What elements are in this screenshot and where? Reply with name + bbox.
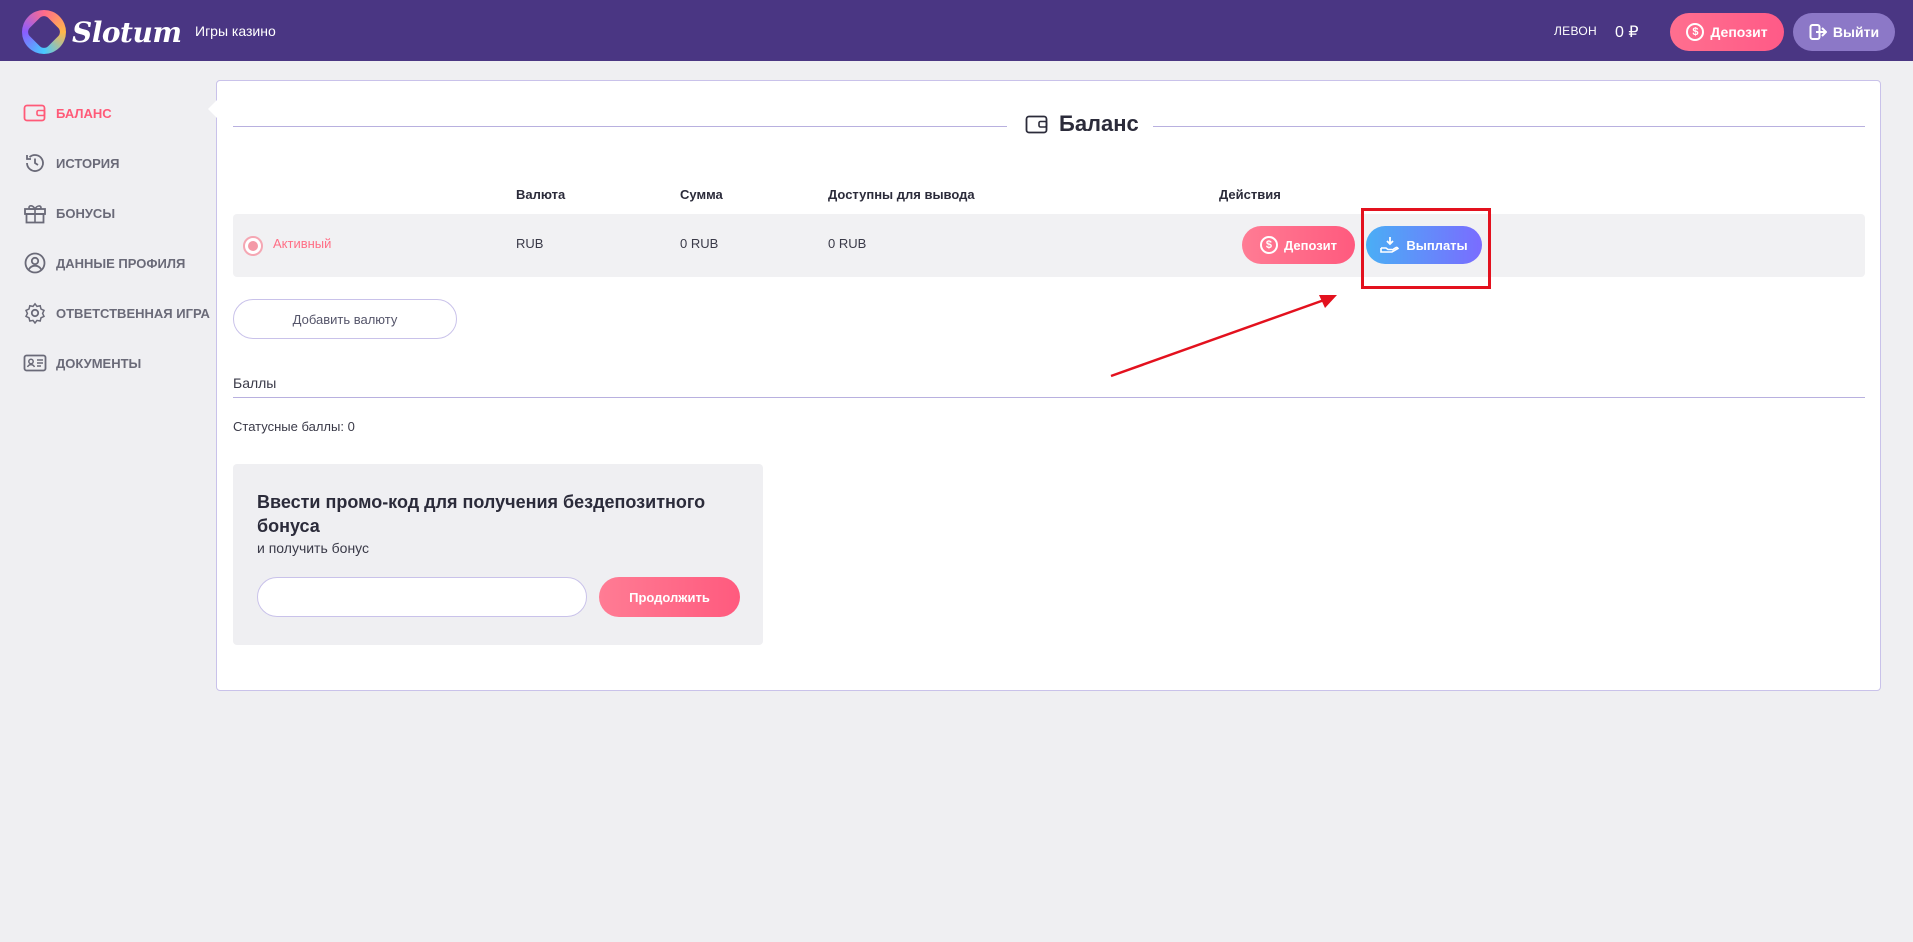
sidebar-item-label: БАЛАНС: [56, 105, 112, 121]
available-cell: 0 RUB: [828, 236, 867, 251]
wallet-icon: [1025, 115, 1048, 134]
row-deposit-label: Депозит: [1283, 237, 1338, 253]
logo-text: Slotum: [72, 15, 182, 49]
header-balance: 0 ₽: [1615, 24, 1639, 41]
divider: [1136, 126, 1865, 127]
divider: [233, 126, 1007, 127]
status-label: Активный: [273, 236, 332, 251]
column-header-actions: Действия: [1219, 187, 1281, 202]
promo-code-input[interactable]: [257, 577, 587, 617]
sidebar-item-responsible-gaming[interactable]: ОТВЕТСТВЕННАЯ ИГРА: [22, 288, 212, 338]
row-deposit-button[interactable]: $ Депозит: [1242, 226, 1355, 264]
status-points: Статусные баллы: 0: [233, 419, 355, 434]
history-icon: [22, 152, 48, 174]
active-radio[interactable]: [243, 236, 263, 256]
column-header-available: Доступны для вывода: [828, 187, 975, 202]
column-header-currency: Валюта: [516, 187, 566, 202]
sum-cell: 0 RUB: [680, 236, 719, 251]
nav-casino-games[interactable]: Игры казино: [195, 23, 276, 39]
highlight-box: [1361, 208, 1491, 289]
add-currency-button[interactable]: Добавить валюту: [233, 299, 457, 339]
sidebar-item-documents[interactable]: ДОКУМЕНТЫ: [22, 338, 212, 388]
logout-label: Выйти: [1832, 24, 1880, 40]
wallet-icon: [22, 102, 48, 124]
sidebar-item-profile-data[interactable]: ДАННЫЕ ПРОФИЛЯ: [22, 238, 212, 288]
sidebar-item-label: ДАННЫЕ ПРОФИЛЯ: [56, 255, 186, 271]
user-name[interactable]: ЛЕВОН: [1554, 24, 1597, 38]
dollar-coin-icon: $: [1686, 23, 1705, 41]
gift-icon: [22, 202, 48, 224]
page-title: Баланс: [1011, 111, 1153, 137]
annotation-arrow: [1110, 295, 1337, 378]
sidebar-item-label: БОНУСЫ: [56, 205, 116, 221]
balance-card: Баланс Валюта Сумма Доступны для вывода …: [216, 80, 1881, 691]
logo[interactable]: Slotum: [22, 10, 182, 54]
sidebar-item-label: ОТВЕТСТВЕННАЯ ИГРА: [56, 305, 210, 321]
continue-button[interactable]: Продолжить: [599, 577, 740, 617]
sidebar-item-balance[interactable]: БАЛАНС: [22, 88, 212, 138]
page-title-text: Баланс: [1059, 111, 1139, 136]
sidebar-item-label: ИСТОРИЯ: [56, 155, 120, 171]
promo-title: Ввести промо-код для получения бездепози…: [257, 492, 706, 536]
currency-cell: RUB: [516, 236, 544, 251]
promo-code-panel: Ввести промо-код для получения бездепози…: [233, 464, 763, 645]
section-title-row: Баланс: [233, 111, 1865, 141]
table-row: Активный RUB 0 RUB 0 RUB $ Депозит Выпла…: [233, 208, 1865, 289]
logo-icon: [22, 10, 66, 54]
gear-icon: [22, 302, 48, 324]
top-header: Slotum Игры казино ЛЕВОН 0 ₽ $ Депозит В…: [0, 0, 1913, 61]
header-deposit-button[interactable]: $ Депозит: [1670, 13, 1784, 51]
id-card-icon: [22, 352, 48, 374]
profile-sidebar: БАЛАНС ИСТОРИЯ БОНУСЫ ДАННЫЕ ПРОФИЛЯ ОТВ…: [22, 88, 212, 388]
user-icon: [22, 252, 48, 274]
column-header-sum: Сумма: [680, 187, 723, 202]
divider: [233, 397, 1865, 398]
logout-icon: [1809, 24, 1827, 40]
sidebar-item-history[interactable]: ИСТОРИЯ: [22, 138, 212, 188]
dollar-coin-icon: $: [1259, 236, 1278, 254]
sidebar-item-bonuses[interactable]: БОНУСЫ: [22, 188, 212, 238]
logout-button[interactable]: Выйти: [1793, 13, 1895, 51]
promo-subtitle: и получить бонус: [257, 540, 370, 556]
header-deposit-label: Депозит: [1710, 24, 1768, 40]
points-section-title: Баллы: [233, 375, 277, 391]
sidebar-item-label: ДОКУМЕНТЫ: [56, 355, 142, 371]
active-item-pointer: [208, 100, 217, 118]
